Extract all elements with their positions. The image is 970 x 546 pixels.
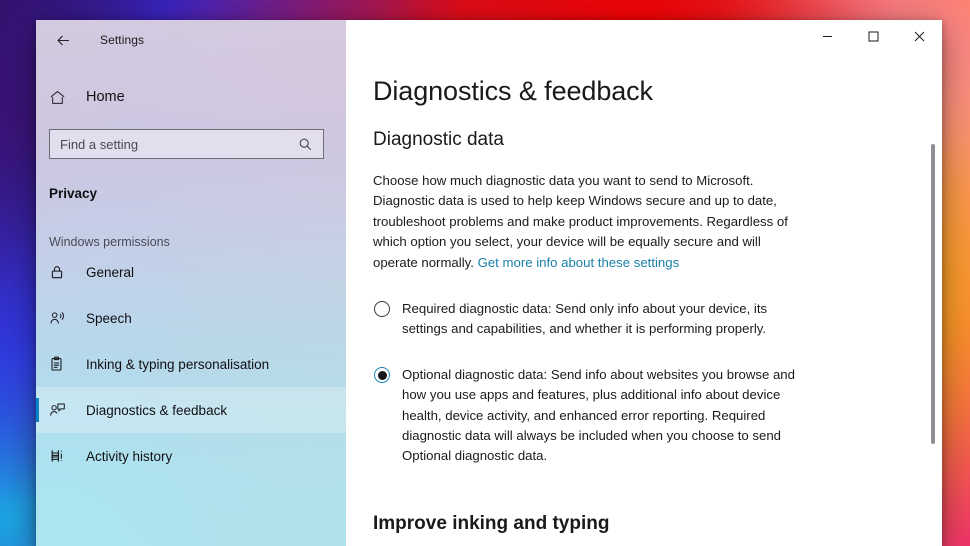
- desktop-background: Settings Home Find a setting Privacy Win…: [0, 0, 970, 546]
- sidebar-item-label: Inking & typing personalisation: [86, 356, 270, 372]
- person-feedback-icon: [49, 402, 75, 418]
- radio-icon-unselected[interactable]: [373, 300, 393, 320]
- window-controls: [804, 20, 942, 52]
- settings-sidebar: Settings Home Find a setting Privacy Win…: [36, 20, 346, 546]
- sidebar-item-general[interactable]: General: [36, 249, 346, 295]
- scrollbar-thumb[interactable]: [931, 144, 935, 444]
- settings-content: Diagnostics & feedback Diagnostic data C…: [346, 20, 942, 546]
- radio-label: Required diagnostic data: Send only info…: [402, 301, 768, 337]
- minimize-button[interactable]: [804, 20, 850, 52]
- search-input[interactable]: [50, 130, 290, 158]
- window-title: Settings: [100, 33, 145, 47]
- radio-option-optional[interactable]: Optional diagnostic data: Send info abou…: [373, 365, 815, 467]
- maximize-button[interactable]: [850, 20, 896, 52]
- sidebar-section-title: Privacy: [49, 186, 98, 201]
- sidebar-item-diagnostics-feedback[interactable]: Diagnostics & feedback: [36, 387, 346, 433]
- settings-window: Settings Home Find a setting Privacy Win…: [36, 20, 942, 546]
- radio-option-required[interactable]: Required diagnostic data: Send only info…: [373, 299, 815, 340]
- sidebar-item-speech[interactable]: Speech: [36, 295, 346, 341]
- radio-label: Optional diagnostic data: Send info abou…: [402, 366, 795, 464]
- activity-history-icon: [49, 448, 75, 464]
- get-more-info-link[interactable]: Get more info about these settings: [478, 255, 680, 270]
- close-button[interactable]: [896, 20, 942, 52]
- search-icon[interactable]: [290, 137, 320, 152]
- section-heading-improve-inking: Improve inking and typing: [373, 512, 610, 534]
- sidebar-item-inking-typing[interactable]: Inking & typing personalisation: [36, 341, 346, 387]
- page-title: Diagnostics & feedback: [373, 76, 653, 106]
- sidebar-group-header: Windows permissions: [49, 235, 170, 249]
- diagnostic-data-description: Choose how much diagnostic data you want…: [373, 171, 801, 273]
- content-scrollbar[interactable]: [928, 64, 938, 526]
- home-icon: [49, 89, 75, 106]
- sidebar-item-label: Activity history: [86, 448, 173, 464]
- lock-icon: [49, 264, 75, 280]
- sidebar-item-home[interactable]: Home: [36, 78, 346, 116]
- sidebar-home-label: Home: [86, 89, 125, 105]
- sidebar-item-label: General: [86, 264, 135, 280]
- back-arrow-icon[interactable]: [48, 25, 78, 55]
- person-speaking-icon: [49, 310, 75, 326]
- section-heading-diagnostic-data: Diagnostic data: [373, 129, 504, 150]
- clipboard-icon: [49, 356, 75, 372]
- window-titlebar-left: Settings: [36, 20, 346, 60]
- sidebar-item-label: Speech: [86, 310, 132, 326]
- search-box[interactable]: [49, 129, 324, 159]
- radio-icon-selected[interactable]: [373, 366, 393, 386]
- sidebar-item-label: Diagnostics & feedback: [86, 402, 228, 418]
- page-body: Diagnostics & feedback Diagnostic data C…: [346, 20, 942, 546]
- sidebar-item-activity-history[interactable]: Activity history: [36, 433, 346, 479]
